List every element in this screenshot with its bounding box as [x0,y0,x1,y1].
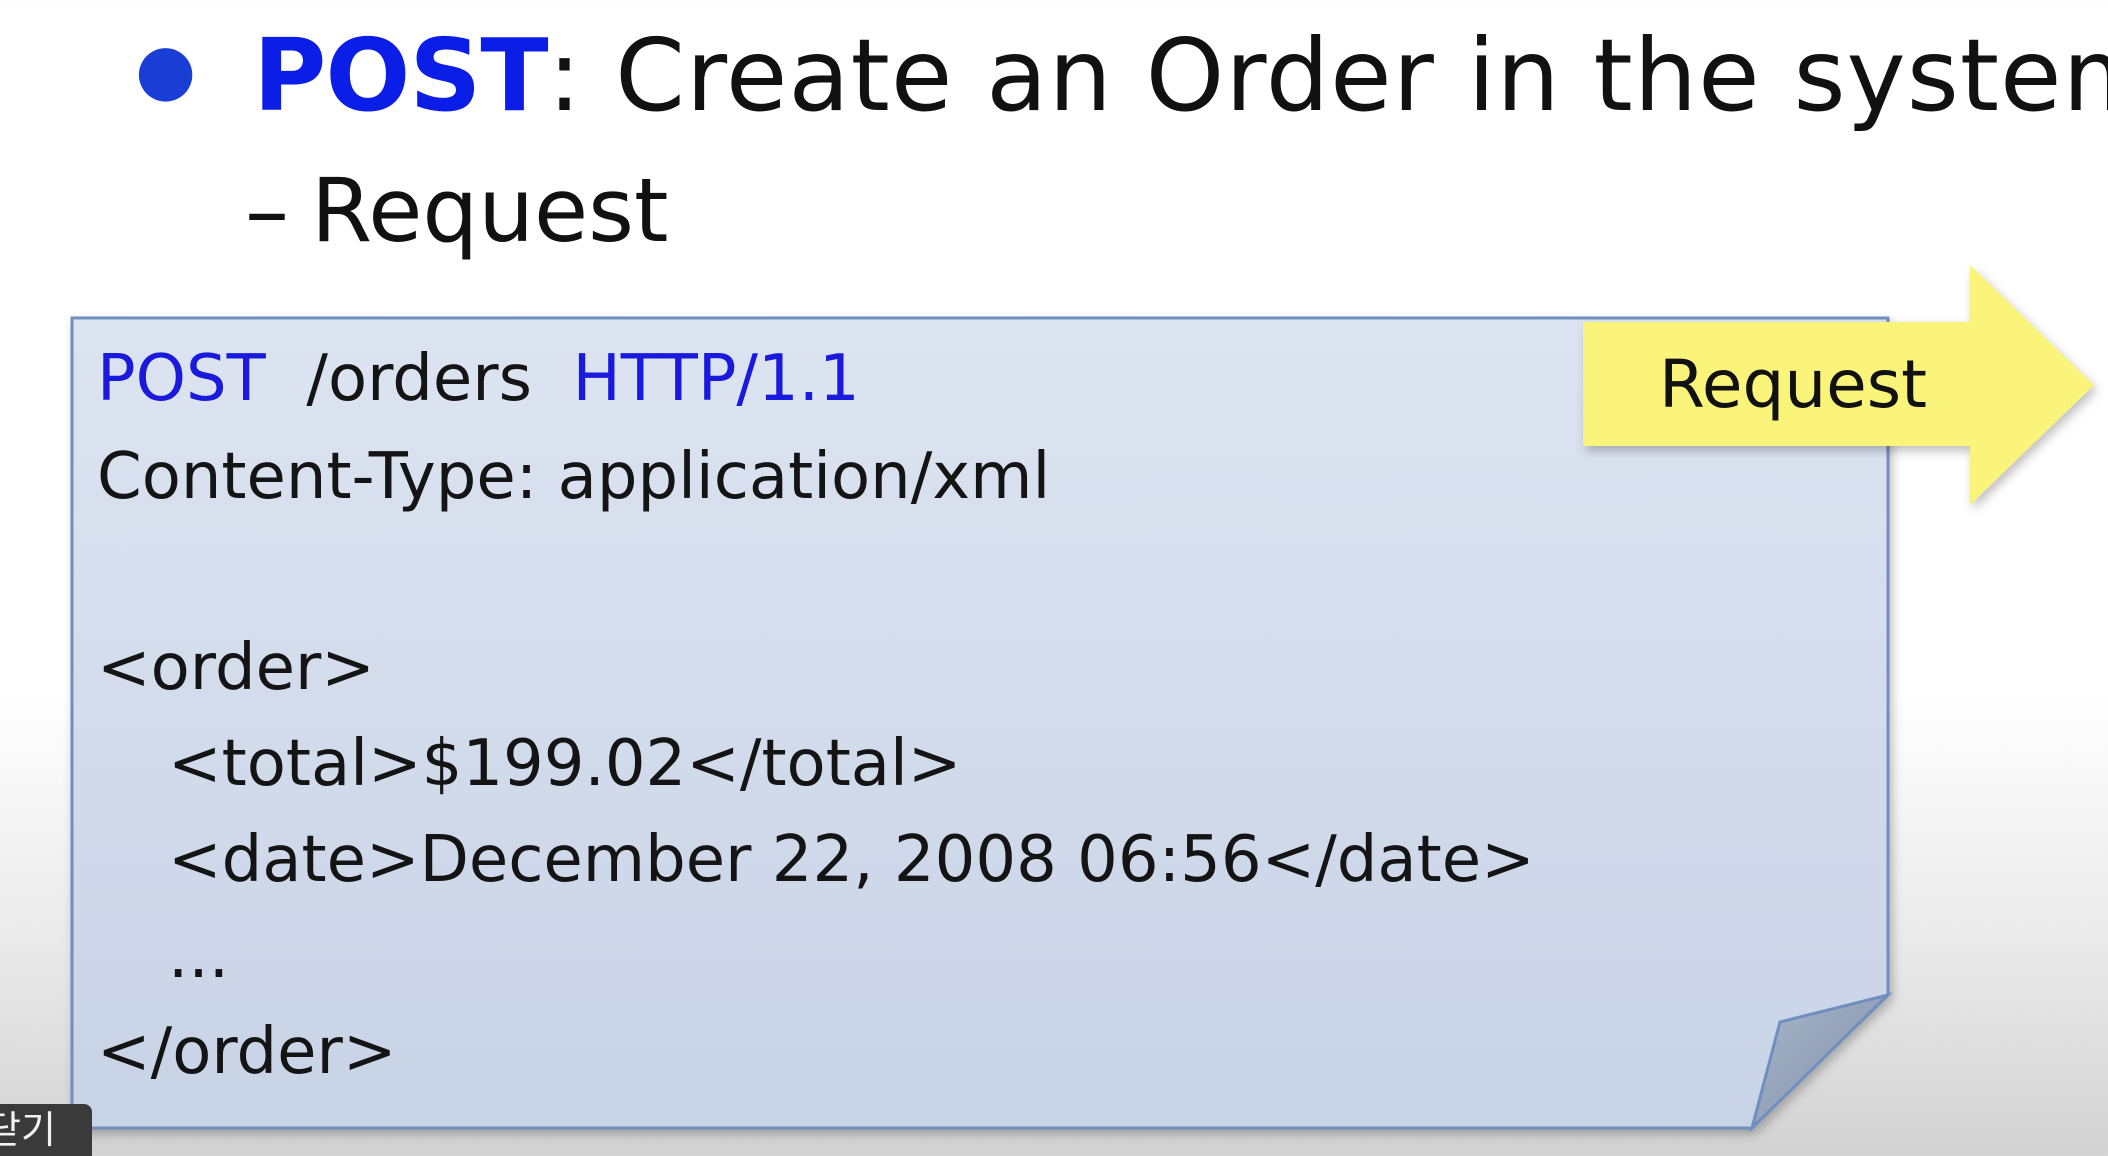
request-arrow-label: Request [1658,345,1928,423]
request-path: /orders [306,342,532,416]
request-card-graphic [70,265,2094,1133]
xml-line: </order> [97,1015,397,1089]
request-protocol: HTTP/1.1 [572,342,860,416]
request-method: POST [97,342,266,416]
request-line: POST /orders HTTP/1.1 [97,347,860,411]
close-overlay-button[interactable]: 닫기 [0,1104,92,1156]
xml-line: <order> [97,631,375,705]
content-type-header: Content-Type: application/xml [97,440,1051,514]
xml-line: <date>December 22, 2008 06:56</date> [168,823,1535,897]
xml-line: <total>$199.02</total> [168,727,962,801]
xml-line: ... [168,919,230,993]
